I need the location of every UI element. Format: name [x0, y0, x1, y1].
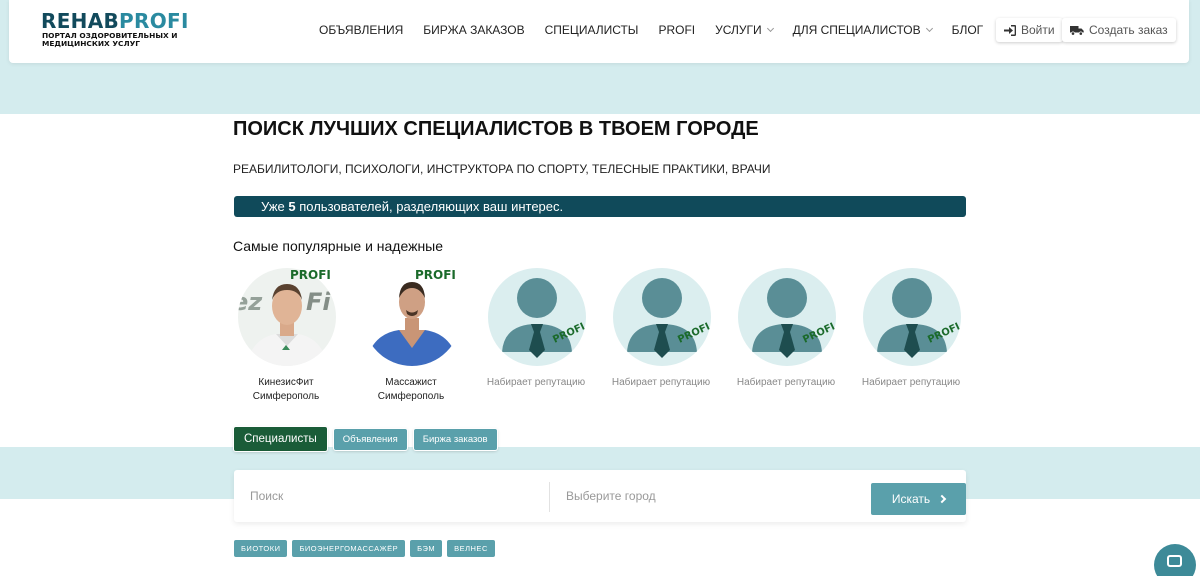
specialist-card[interactable]: PROFI Массажист Симферополь [351, 268, 471, 408]
tab-orders[interactable]: Биржа заказов [413, 428, 497, 450]
nav-item-label: СПЕЦИАЛИСТЫ [544, 23, 639, 37]
specialist-card[interactable]: PROFI Набирает репутацию [476, 268, 596, 408]
profi-badge: PROFI [415, 268, 456, 282]
specialist-card[interactable]: PROFI Набирает репутацию [851, 268, 971, 408]
chevron-down-icon [766, 24, 774, 33]
specialist-card[interactable]: PROFI Набирает репутацию [601, 268, 721, 408]
specialist-name: Набирает репутацию [486, 377, 586, 388]
masseur-photo-icon [363, 268, 461, 366]
sign-in-icon [1004, 24, 1016, 36]
nav-item-specialists[interactable]: СПЕЦИАЛИСТЫ [535, 22, 649, 38]
tag-item[interactable]: ВЕЛНЕС [447, 540, 495, 557]
specialist-name: Набирает репутацию [611, 377, 711, 388]
specialist-name: КинезисФит Симферополь [226, 376, 346, 404]
popular-section-title: Самые популярные и надежные [233, 238, 444, 254]
search-button-label: Искать [891, 492, 931, 506]
specialist-photo[interactable] [863, 268, 961, 366]
tab-ads[interactable]: Объявления [333, 428, 407, 450]
search-button[interactable]: Искать [871, 483, 966, 515]
login-button[interactable]: Войти [996, 18, 1063, 42]
specialist-photo[interactable] [738, 268, 836, 366]
main-nav: ОБЪЯВЛЕНИЯ БИРЖА ЗАКАЗОВ СПЕЦИАЛИСТЫ PRO… [309, 22, 993, 38]
search-divider [549, 482, 550, 512]
nav-item-services[interactable]: УСЛУГИ [705, 22, 783, 38]
logo[interactable]: REHABPROFI ПОРТАЛ ОЗДОРОВИТЕЛЬНЫХ И МЕДИ… [41, 9, 188, 54]
specialist-title: Массажист [385, 377, 437, 388]
specialist-name: Набирает репутацию [861, 377, 961, 388]
info-prefix: Уже [261, 199, 289, 214]
nav-item-label: УСЛУГИ [715, 23, 762, 37]
svg-text:Fi: Fi [306, 288, 331, 316]
specialist-name: Массажист Симферополь [351, 376, 471, 404]
users-info-bar: Уже 5 пользователей, разделяющих ваш инт… [234, 196, 966, 217]
tag-item[interactable]: БИОТОКИ [234, 540, 288, 557]
page-title: ПОИСК ЛУЧШИХ СПЕЦИАЛИСТОВ В ТВОЕМ ГОРОДЕ [233, 118, 759, 140]
nav-item-orders[interactable]: БИРЖА ЗАКАЗОВ [413, 22, 534, 38]
specialist-city: Симферополь [377, 391, 445, 402]
nav-item-label: БИРЖА ЗАКАЗОВ [423, 23, 525, 37]
truck-icon [1070, 25, 1084, 36]
tab-specialists[interactable]: Специалисты [234, 427, 327, 451]
tag-item[interactable]: БЭМ [410, 540, 443, 557]
site-header: REHABPROFI ПОРТАЛ ОЗДОРОВИТЕЛЬНЫХ И МЕДИ… [9, 0, 1189, 63]
trainer-photo-icon: ez Fi [238, 268, 336, 366]
user-placeholder-icon [863, 268, 961, 366]
nav-item-for-specialists[interactable]: ДЛЯ СПЕЦИАЛИСТОВ [783, 22, 942, 38]
user-placeholder-icon [613, 268, 711, 366]
specialist-photo[interactable] [613, 268, 711, 366]
create-order-label: Создать заказ [1089, 23, 1168, 37]
nav-item-label: ДЛЯ СПЕЦИАЛИСТОВ [792, 23, 921, 37]
chat-button[interactable] [1154, 544, 1196, 576]
nav-item-profi[interactable]: PROFI [648, 22, 705, 38]
nav-item-label: PROFI [658, 23, 696, 37]
user-placeholder-icon [738, 268, 836, 366]
profi-badge: PROFI [290, 268, 331, 282]
nav-item-ads[interactable]: ОБЪЯВЛЕНИЯ [309, 22, 413, 38]
login-label: Войти [1021, 23, 1055, 37]
specialist-photo[interactable] [488, 268, 586, 366]
specialist-card[interactable]: ez Fi PROFI КинезисФит Симферополь [226, 268, 346, 408]
logo-title-b: PROFI [119, 9, 189, 33]
page-subtitle: РЕАБИЛИТОЛОГИ, ПСИХОЛОГИ, ИНСТРУКТОРА ПО… [233, 162, 771, 176]
chat-icon [1167, 555, 1182, 567]
search-input[interactable] [234, 470, 549, 522]
chevron-down-icon [925, 24, 933, 33]
info-suffix: пользователей, разделяющих ваш интерес. [295, 199, 564, 214]
nav-item-label: ОБЪЯВЛЕНИЯ [319, 23, 404, 37]
users-count: 5 [288, 199, 296, 214]
nav-item-label: БЛОГ [951, 23, 984, 37]
create-order-button[interactable]: Создать заказ [1062, 18, 1176, 42]
search-form: Выберите город Искать [234, 470, 966, 522]
specialist-city: Симферополь [252, 391, 320, 402]
chevron-right-icon [937, 494, 947, 504]
logo-title-a: REHAB [41, 9, 120, 33]
search-tabs: Специалисты Объявления Биржа заказов [234, 427, 497, 451]
city-select[interactable]: Выберите город [566, 489, 656, 503]
nav-item-blog[interactable]: БЛОГ [942, 22, 994, 38]
specialist-name: Набирает репутацию [736, 377, 836, 388]
user-placeholder-icon [488, 268, 586, 366]
tag-item[interactable]: БИОЭНЕРГОМАССАЖЁР [292, 540, 406, 557]
specialist-photo[interactable] [363, 268, 461, 366]
tag-list: БИОТОКИ БИОЭНЕРГОМАССАЖЁР БЭМ ВЕЛНЕС [234, 540, 495, 557]
logo-subtitle: ПОРТАЛ ОЗДОРОВИТЕЛЬНЫХ И МЕДИЦИНСКИХ УСЛ… [42, 31, 178, 48]
specialist-photo[interactable]: ez Fi [238, 268, 336, 366]
specialist-card[interactable]: PROFI Набирает репутацию [726, 268, 846, 408]
specialist-title: КинезисФит [258, 377, 314, 388]
svg-text:ez: ez [238, 288, 263, 316]
